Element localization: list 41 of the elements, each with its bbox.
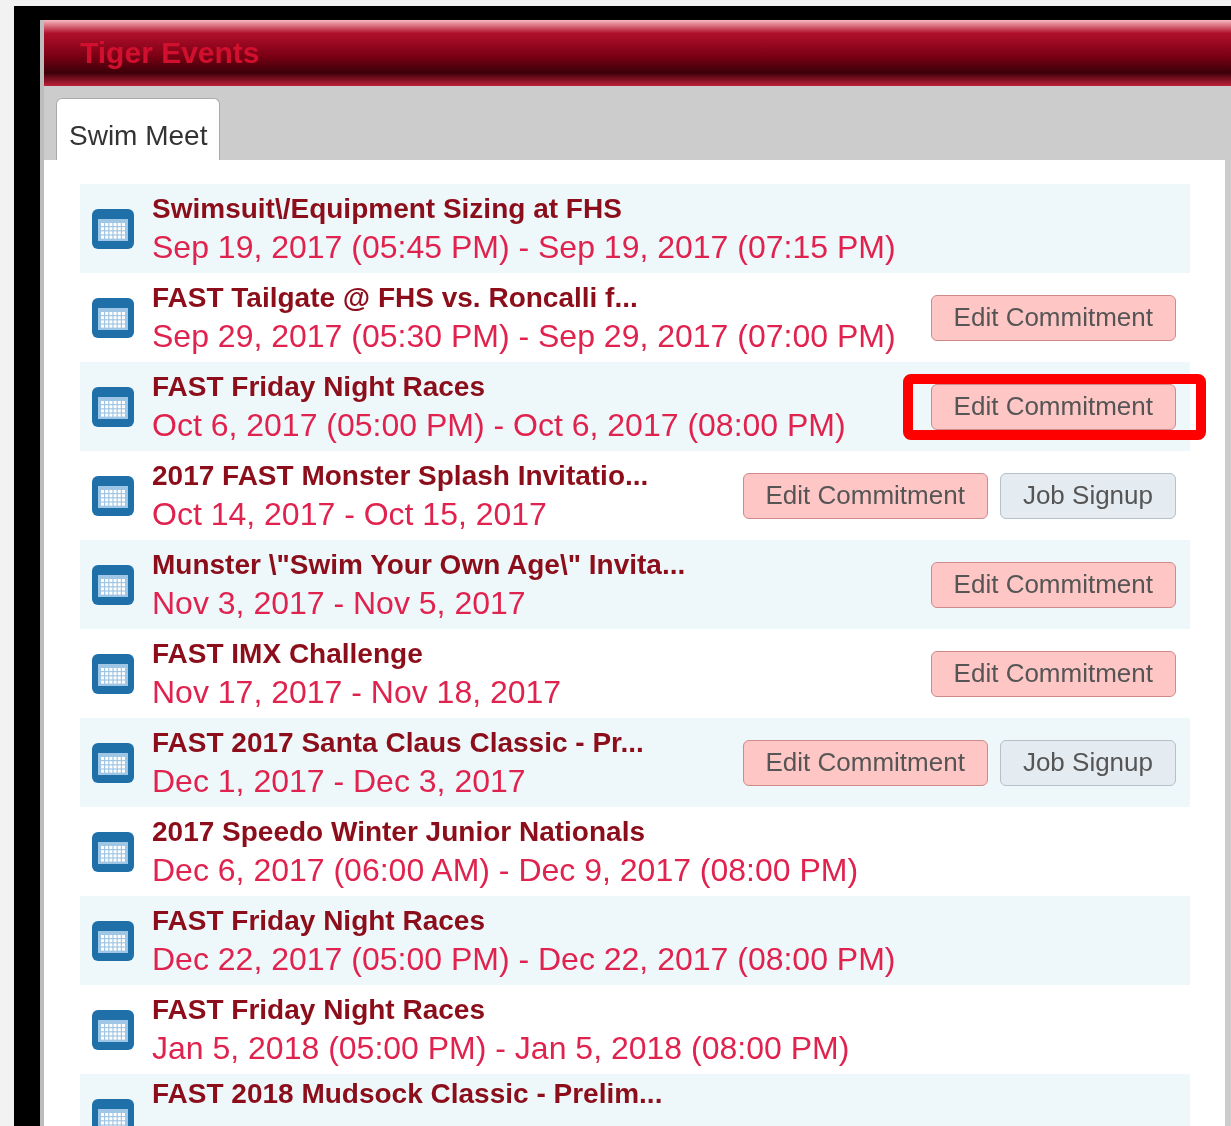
event-title[interactable]: 2017 Speedo Winter Junior Nationals [152,814,1176,851]
calendar-icon [92,386,134,427]
calendar-icon [92,831,134,872]
job-signup-button[interactable]: Job Signup [999,472,1176,519]
calendar-icon [92,653,134,694]
calendar-icon [92,564,134,605]
event-title[interactable]: FAST IMX Challenge [152,636,931,673]
event-title[interactable]: 2017 FAST Monster Splash Invitatio... [152,458,743,495]
event-title[interactable]: FAST Friday Night Races [152,903,1176,940]
job-signup-button[interactable]: Job Signup [999,739,1176,786]
calendar-icon [92,1009,134,1050]
event-title[interactable]: FAST Friday Night Races [152,992,1176,1029]
event-title[interactable]: Swimsuit\/Equipment Sizing at FHS [152,191,1176,228]
event-dates: Oct 14, 2017 - Oct 15, 2017 [152,494,548,533]
event-dates: Sep 29, 2017 (05:30 PM) - Sep 29, 2017 (07:00 PM) [152,316,897,355]
edit-commitment-button[interactable]: Edit Commitment [742,739,988,786]
event-title[interactable]: FAST 2017 Santa Claus Classic - Pr... [152,725,743,762]
edit-commitment-button[interactable]: Edit Commitment [742,472,988,519]
event-dates: Dec 22, 2017 (05:00 PM) - Dec 22, 2017 (08:00 PM) [152,939,897,978]
event-dates: Dec 1, 2017 - Dec 3, 2017 [152,761,527,800]
tab[interactable]: Swim Meet [56,98,221,160]
calendar-icon [92,475,134,516]
event-title[interactable]: FAST Tailgate @ FHS vs. Roncalli f... [152,280,931,317]
edit-commitment-button[interactable]: Edit Commitment [930,650,1176,697]
edit-commitment-button[interactable]: Edit Commitment [930,561,1176,608]
calendar-icon [92,1098,134,1126]
edit-commitment-button[interactable]: Edit Commitment [930,383,1176,430]
event-title[interactable]: FAST Friday Night Races [152,369,931,406]
calendar-icon [92,742,134,783]
event-dates: Dec 6, 2017 (06:00 AM) - Dec 9, 2017 (08:00 PM) [152,850,860,889]
event-dates: Oct 6, 2017 (05:00 PM) - Oct 6, 2017 (08:00 PM) [152,405,847,444]
calendar-icon [92,297,134,338]
event-dates: Jan 5, 2018 (05:00 PM) - Jan 5, 2018 (08:00 PM) [152,1028,851,1067]
edit-commitment-button[interactable]: Edit Commitment [930,294,1176,341]
app-title: Tiger Events [80,36,260,70]
event-dates: Sep 19, 2017 (05:45 PM) - Sep 19, 2017 (07:15 PM) [152,227,897,266]
event-dates: Nov 17, 2017 - Nov 18, 2017 [152,672,563,711]
calendar-icon [92,920,134,961]
calendar-icon [92,208,134,249]
event-title[interactable]: Munster \"Swim Your Own Age\" Invita... [152,547,931,584]
event-dates: Nov 3, 2017 - Nov 5, 2017 [152,583,527,622]
